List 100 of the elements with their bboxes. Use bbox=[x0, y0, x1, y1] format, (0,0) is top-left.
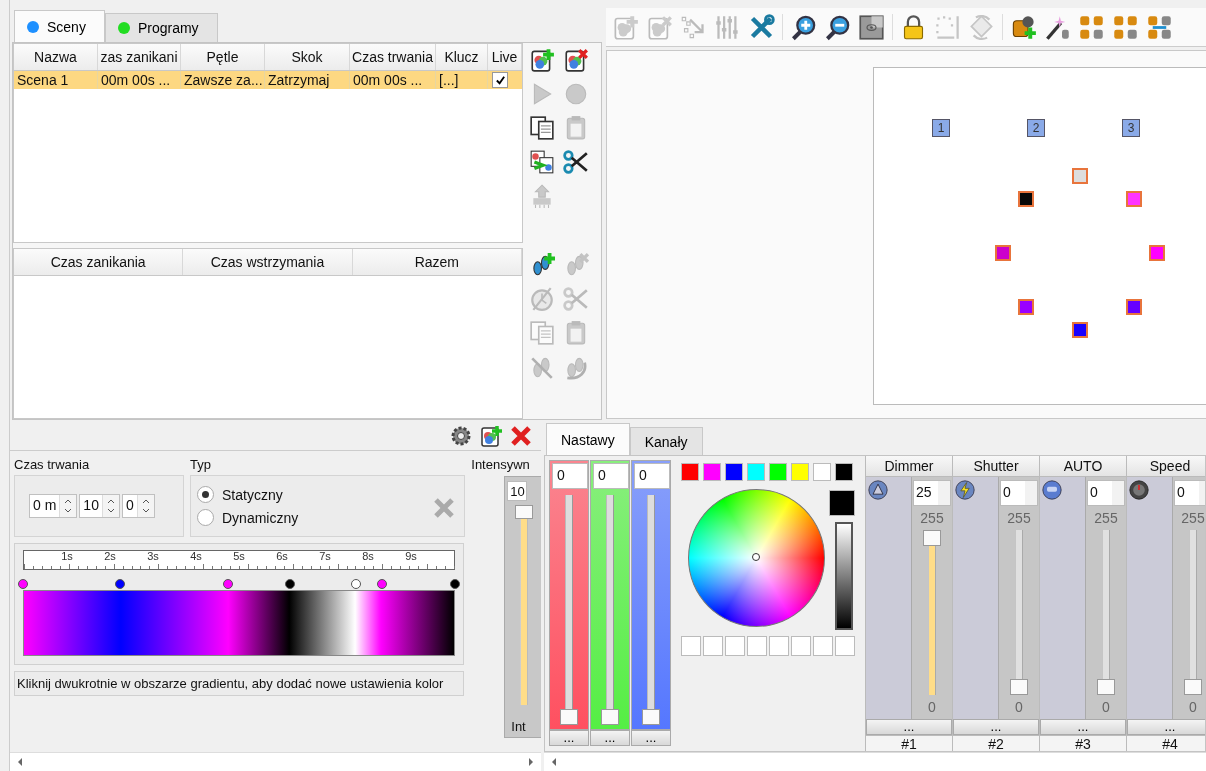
tab[interactable]: Kanały bbox=[629, 427, 703, 455]
fixture-head[interactable]: 3 bbox=[1122, 119, 1140, 137]
spin-arrows-icon[interactable] bbox=[59, 495, 77, 517]
color-point[interactable] bbox=[1126, 299, 1143, 316]
settings-icon[interactable] bbox=[449, 424, 473, 448]
fixture-head[interactable]: 2 bbox=[1027, 119, 1045, 137]
color-swatch[interactable] bbox=[835, 463, 853, 481]
color-stop[interactable] bbox=[223, 579, 234, 589]
color-swatch[interactable] bbox=[791, 463, 809, 481]
color-stop[interactable] bbox=[18, 579, 28, 589]
gradient-bar[interactable] bbox=[23, 590, 455, 656]
column-header[interactable]: Live bbox=[488, 44, 522, 70]
slider-thumb[interactable] bbox=[601, 709, 619, 725]
more-button[interactable]: ... bbox=[1127, 719, 1205, 735]
value-field[interactable]: 0 bbox=[593, 463, 629, 489]
tab[interactable]: Nastawy bbox=[546, 423, 630, 455]
column-header[interactable]: Czas wstrzymania bbox=[183, 249, 353, 275]
fixtures-link-icon[interactable] bbox=[1146, 13, 1173, 41]
arrow-circles-icon[interactable] bbox=[529, 149, 555, 175]
spin-arrows-icon[interactable] bbox=[136, 495, 154, 517]
slider-thumb[interactable] bbox=[1184, 679, 1202, 695]
column-header[interactable]: Czas trwania bbox=[350, 44, 436, 70]
column-header[interactable]: Pętle bbox=[181, 44, 265, 70]
color-point[interactable] bbox=[995, 245, 1011, 261]
custom-swatch[interactable] bbox=[725, 636, 745, 656]
tab[interactable]: Programy bbox=[104, 13, 218, 42]
color-stop[interactable] bbox=[115, 579, 126, 589]
column-header[interactable]: Czas zanikania bbox=[14, 249, 184, 275]
color-point[interactable] bbox=[1017, 299, 1034, 316]
remove-icon[interactable] bbox=[432, 496, 456, 520]
copy-icon[interactable] bbox=[529, 115, 555, 141]
scissors-icon[interactable] bbox=[563, 149, 589, 175]
value-field[interactable]: 0 bbox=[1174, 480, 1205, 506]
slider-thumb[interactable] bbox=[560, 709, 578, 725]
custom-swatch[interactable] bbox=[681, 636, 701, 656]
fixtures-grid-icon[interactable] bbox=[1078, 13, 1105, 41]
spin-field[interactable]: 10 bbox=[79, 494, 120, 518]
custom-swatch[interactable] bbox=[813, 636, 833, 656]
column-header[interactable]: zas zanikani bbox=[98, 44, 181, 70]
color-swatch[interactable] bbox=[703, 463, 721, 481]
custom-swatch[interactable] bbox=[747, 636, 767, 656]
table-row[interactable]: Scena 1 00m 00s ... Zawsze za... Zatrzymaj 00m 00s ... [...] bbox=[14, 71, 522, 89]
more-button[interactable]: ... bbox=[866, 719, 952, 735]
column-header[interactable]: Razem bbox=[352, 249, 522, 275]
column-header[interactable]: Skok bbox=[265, 44, 350, 70]
color-stop[interactable] bbox=[284, 579, 295, 589]
eye-panel-icon[interactable] bbox=[858, 13, 885, 41]
circles-x-icon[interactable] bbox=[563, 47, 589, 73]
color-point[interactable] bbox=[1017, 190, 1034, 207]
spin-field[interactable]: 0 bbox=[121, 494, 155, 518]
color-point[interactable] bbox=[1149, 245, 1165, 261]
more-button[interactable]: ... bbox=[590, 730, 630, 746]
custom-swatch[interactable] bbox=[791, 636, 811, 656]
color-swatch[interactable] bbox=[747, 463, 765, 481]
more-button[interactable]: ... bbox=[953, 719, 1039, 735]
slider-thumb[interactable] bbox=[515, 505, 534, 519]
custom-swatch[interactable] bbox=[703, 636, 723, 656]
zoom-in-icon[interactable] bbox=[790, 13, 817, 41]
radio-label[interactable]: Dynamiczny bbox=[222, 509, 299, 526]
color-point[interactable] bbox=[1072, 322, 1088, 338]
fixture-head[interactable]: 1 bbox=[932, 119, 950, 137]
color-point[interactable] bbox=[1126, 190, 1143, 207]
horizontal-scrollbar[interactable] bbox=[544, 752, 1206, 771]
column-header[interactable]: Klucz bbox=[436, 44, 488, 70]
color-point[interactable] bbox=[1072, 168, 1088, 184]
radio-label[interactable]: Statyczny bbox=[222, 486, 283, 503]
color-stop[interactable] bbox=[450, 579, 460, 589]
value-field[interactable]: 0 bbox=[1087, 480, 1125, 506]
radio-button[interactable] bbox=[197, 486, 214, 503]
slider-thumb[interactable] bbox=[1010, 679, 1028, 695]
color-swatch[interactable] bbox=[769, 463, 787, 481]
brightness-bar[interactable] bbox=[835, 522, 853, 630]
tab[interactable]: Sceny bbox=[14, 10, 105, 42]
zoom-out-icon[interactable] bbox=[824, 13, 851, 41]
horizontal-scrollbar[interactable] bbox=[10, 752, 541, 771]
checkbox[interactable] bbox=[492, 72, 508, 88]
fixture-plus-icon[interactable] bbox=[1010, 13, 1037, 41]
color-stop[interactable] bbox=[350, 579, 361, 589]
slider-thumb[interactable] bbox=[923, 530, 941, 546]
more-button[interactable]: ... bbox=[631, 730, 671, 746]
delete-icon[interactable] bbox=[509, 424, 533, 448]
more-button[interactable]: ... bbox=[1040, 719, 1126, 735]
value-field[interactable]: 0 bbox=[1000, 480, 1038, 506]
more-button[interactable]: ... bbox=[549, 730, 589, 746]
slider-thumb[interactable] bbox=[1097, 679, 1115, 695]
custom-swatch[interactable] bbox=[769, 636, 789, 656]
value-field[interactable]: 0 bbox=[634, 463, 670, 489]
fixtures-grid-icon[interactable] bbox=[1112, 13, 1139, 41]
color-stop[interactable] bbox=[376, 579, 387, 589]
color-swatch[interactable] bbox=[681, 463, 699, 481]
spin-field[interactable]: 0 m bbox=[29, 494, 78, 518]
value-field[interactable]: 10 bbox=[507, 481, 528, 501]
wrench-icon[interactable] bbox=[748, 13, 775, 41]
slider-thumb[interactable] bbox=[642, 709, 660, 725]
custom-swatch[interactable] bbox=[835, 636, 855, 656]
color-swatch[interactable] bbox=[725, 463, 743, 481]
spin-arrows-icon[interactable] bbox=[101, 495, 119, 517]
circles-plus-icon[interactable] bbox=[529, 47, 555, 73]
column-header[interactable]: Nazwa bbox=[14, 44, 98, 70]
circles-plus-icon[interactable] bbox=[479, 424, 503, 448]
